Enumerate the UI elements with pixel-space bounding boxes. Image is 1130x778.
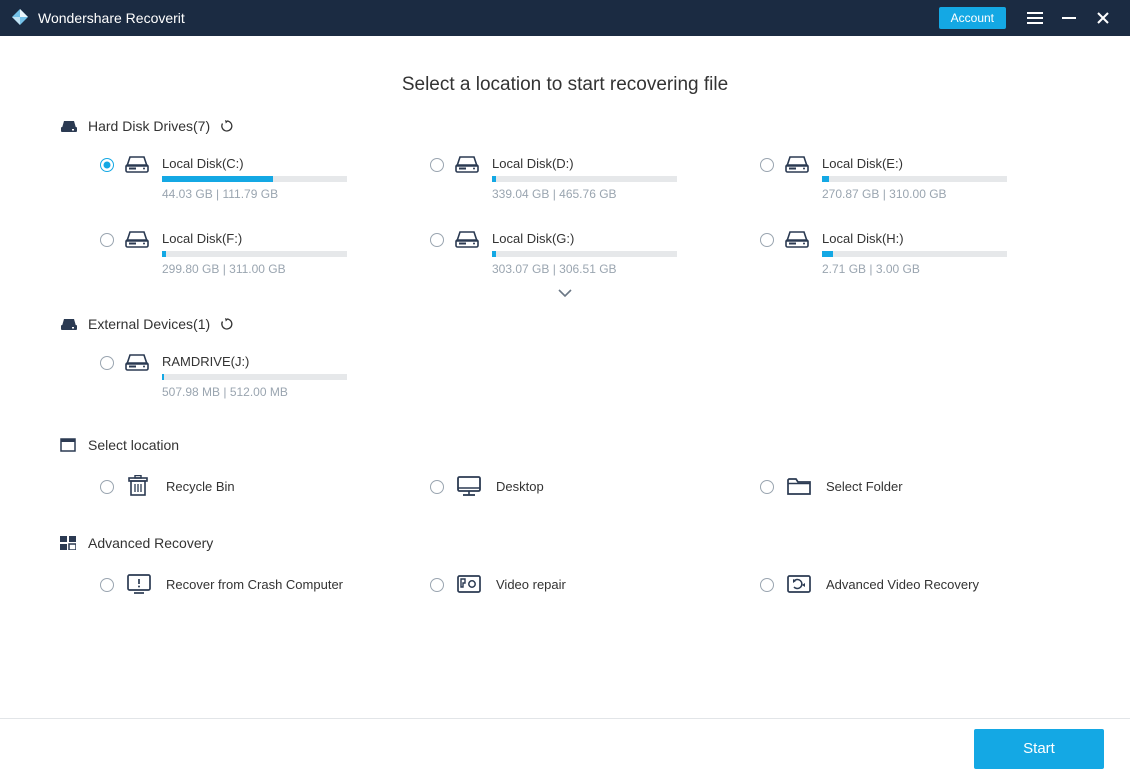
drive-icon xyxy=(784,229,812,249)
drive-icon xyxy=(454,229,482,249)
usage-bar xyxy=(492,176,677,182)
radio-button[interactable] xyxy=(100,233,114,247)
usage-bar xyxy=(162,374,347,380)
footer: Start xyxy=(0,718,1130,778)
location-item[interactable]: Select Folder xyxy=(760,475,1070,497)
drive-icon xyxy=(124,229,152,249)
page-title: Select a location to start recovering fi… xyxy=(60,74,1070,96)
drive-icon xyxy=(454,154,482,174)
location-item-icon xyxy=(786,476,814,496)
radio-button[interactable] xyxy=(430,578,444,592)
expand-hdd-button[interactable] xyxy=(60,286,1070,304)
refresh-icon[interactable] xyxy=(220,119,234,133)
advanced-item-label: Advanced Video Recovery xyxy=(826,577,979,592)
section-label-advanced: Advanced Recovery xyxy=(88,535,213,551)
section-header-external: External Devices(1) xyxy=(60,316,1070,332)
radio-button[interactable] xyxy=(100,480,114,494)
location-item[interactable]: Recycle Bin xyxy=(100,475,410,497)
drive-name: RAMDRIVE(J:) xyxy=(162,354,410,369)
titlebar: Wondershare Recoverit Account xyxy=(0,0,1130,36)
hdd-item[interactable]: Local Disk(G:) 303.07 GB | 306.51 GB xyxy=(430,231,740,276)
section-label-hdd: Hard Disk Drives(7) xyxy=(88,118,210,134)
drive-size: 299.80 GB | 311.00 GB xyxy=(162,262,410,276)
radio-button[interactable] xyxy=(100,158,114,172)
close-button[interactable] xyxy=(1086,0,1120,36)
hdd-grid: Local Disk(C:) 44.03 GB | 111.79 GB Loca… xyxy=(100,156,1070,276)
usage-bar xyxy=(822,176,1007,182)
app-name: Wondershare Recoverit xyxy=(38,10,185,26)
radio-button[interactable] xyxy=(430,233,444,247)
usage-bar xyxy=(822,251,1007,257)
external-grid: RAMDRIVE(J:) 507.98 MB | 512.00 MB xyxy=(100,354,1070,399)
location-grid: Recycle Bin Desktop Select Folder xyxy=(100,475,1070,497)
app-logo: Wondershare Recoverit xyxy=(10,7,185,30)
location-item-label: Desktop xyxy=(496,479,544,494)
drive-icon xyxy=(124,352,152,372)
drive-size: 303.07 GB | 306.51 GB xyxy=(492,262,740,276)
advanced-item-icon xyxy=(126,573,154,595)
usage-bar xyxy=(492,251,677,257)
advanced-grid: Recover from Crash Computer Video repair… xyxy=(100,573,1070,595)
external-section-icon xyxy=(60,316,78,332)
drive-name: Local Disk(E:) xyxy=(822,156,1070,171)
radio-button[interactable] xyxy=(760,233,774,247)
radio-button[interactable] xyxy=(430,480,444,494)
radio-button[interactable] xyxy=(100,356,114,370)
drive-size: 507.98 MB | 512.00 MB xyxy=(162,385,410,399)
location-item-label: Recycle Bin xyxy=(166,479,235,494)
drive-size: 339.04 GB | 465.76 GB xyxy=(492,187,740,201)
radio-button[interactable] xyxy=(760,578,774,592)
main-content: Select a location to start recovering fi… xyxy=(0,36,1130,718)
location-item-label: Select Folder xyxy=(826,479,903,494)
hdd-item[interactable]: Local Disk(D:) 339.04 GB | 465.76 GB xyxy=(430,156,740,201)
section-label-external: External Devices(1) xyxy=(88,316,210,332)
hdd-item[interactable]: Local Disk(E:) 270.87 GB | 310.00 GB xyxy=(760,156,1070,201)
section-label-location: Select location xyxy=(88,437,179,453)
minimize-button[interactable] xyxy=(1052,0,1086,36)
location-item-icon xyxy=(126,475,154,497)
section-header-hdd: Hard Disk Drives(7) xyxy=(60,118,1070,134)
advanced-item-label: Recover from Crash Computer xyxy=(166,577,343,592)
external-item[interactable]: RAMDRIVE(J:) 507.98 MB | 512.00 MB xyxy=(100,354,410,399)
drive-name: Local Disk(H:) xyxy=(822,231,1070,246)
drive-icon xyxy=(784,154,812,174)
advanced-item-label: Video repair xyxy=(496,577,566,592)
drive-name: Local Disk(D:) xyxy=(492,156,740,171)
usage-bar xyxy=(162,176,347,182)
logo-icon xyxy=(10,7,30,30)
location-section-icon xyxy=(60,437,78,453)
drive-size: 44.03 GB | 111.79 GB xyxy=(162,187,410,201)
radio-button[interactable] xyxy=(760,480,774,494)
advanced-section-icon xyxy=(60,535,78,551)
location-item[interactable]: Desktop xyxy=(430,475,740,497)
usage-bar xyxy=(162,251,347,257)
account-button[interactable]: Account xyxy=(939,7,1006,29)
menu-button[interactable] xyxy=(1018,0,1052,36)
advanced-item[interactable]: Advanced Video Recovery xyxy=(760,573,1070,595)
hdd-item[interactable]: Local Disk(H:) 2.71 GB | 3.00 GB xyxy=(760,231,1070,276)
advanced-item-icon xyxy=(786,573,814,595)
section-header-location: Select location xyxy=(60,437,1070,453)
hdd-section-icon xyxy=(60,118,78,134)
radio-button[interactable] xyxy=(100,578,114,592)
advanced-item-icon xyxy=(456,573,484,595)
hdd-item[interactable]: Local Disk(C:) 44.03 GB | 111.79 GB xyxy=(100,156,410,201)
drive-size: 270.87 GB | 310.00 GB xyxy=(822,187,1070,201)
radio-button[interactable] xyxy=(430,158,444,172)
drive-name: Local Disk(G:) xyxy=(492,231,740,246)
advanced-item[interactable]: Video repair xyxy=(430,573,740,595)
drive-size: 2.71 GB | 3.00 GB xyxy=(822,262,1070,276)
radio-button[interactable] xyxy=(760,158,774,172)
location-item-icon xyxy=(456,475,484,497)
section-header-advanced: Advanced Recovery xyxy=(60,535,1070,551)
refresh-icon[interactable] xyxy=(220,317,234,331)
hdd-item[interactable]: Local Disk(F:) 299.80 GB | 311.00 GB xyxy=(100,231,410,276)
drive-name: Local Disk(F:) xyxy=(162,231,410,246)
drive-name: Local Disk(C:) xyxy=(162,156,410,171)
advanced-item[interactable]: Recover from Crash Computer xyxy=(100,573,410,595)
start-button[interactable]: Start xyxy=(974,729,1104,769)
drive-icon xyxy=(124,154,152,174)
